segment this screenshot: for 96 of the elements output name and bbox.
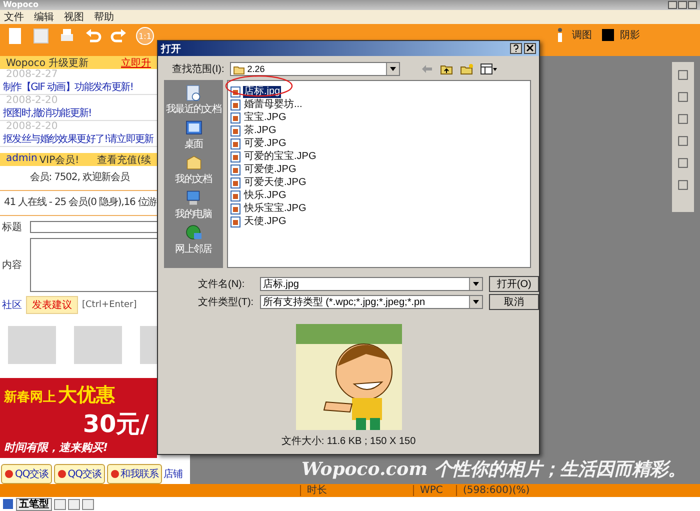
field-label: 文件类型(T):: [198, 296, 255, 309]
help-button[interactable]: [510, 43, 522, 54]
file-item[interactable]: 可爱的宝宝.JPG: [243, 150, 318, 162]
caret-icon: [389, 65, 398, 73]
folder-icon: [233, 64, 246, 74]
status-field: 时长: [300, 485, 413, 496]
panel-title: Wopoco 升级更新: [6, 56, 89, 70]
field-label: 内容: [2, 258, 23, 272]
up-folder-icon: [440, 63, 454, 75]
image-file-icon: [230, 86, 241, 98]
ad-footer: 时间有限，速来购买!: [4, 440, 153, 455]
news-date: 2008-2-27: [5, 69, 59, 81]
back-arrow-icon: [420, 63, 434, 75]
cancel-button[interactable]: 取消: [489, 294, 540, 310]
status-field: (598:600)(%): [456, 485, 536, 496]
submit-button[interactable]: 发表建议: [26, 296, 78, 314]
file-item[interactable]: 宝宝.JPG: [243, 112, 288, 124]
look-in-label: 查找范围(I):: [172, 62, 224, 76]
place-icon: [184, 119, 202, 137]
place-icon: [184, 189, 202, 207]
caret-icon: [472, 298, 480, 306]
menu-item[interactable]: 编辑: [34, 10, 54, 24]
image-file-icon: [230, 112, 241, 124]
caret-icon: [472, 280, 480, 288]
file-item[interactable]: 婚蕾母婴坊...: [243, 98, 304, 110]
maximize-button[interactable]: [678, 1, 687, 9]
place-icon: [184, 154, 202, 172]
file-item[interactable]: 天使.JPG: [243, 216, 288, 228]
new-file-icon: [6, 27, 24, 45]
file-item[interactable]: 可爱.JPG: [243, 138, 288, 150]
undo-icon: [84, 27, 102, 45]
ad-headline: 新春网上: [4, 388, 56, 406]
image-file-icon: [230, 150, 241, 162]
ad-price: 30元/: [82, 409, 149, 440]
place-icon: [184, 224, 202, 242]
input-mode[interactable]: 五笔型: [16, 498, 52, 510]
slogan: Wopoco.com 个性你的相片；生活因而精彩。: [300, 458, 687, 482]
image-file-icon: [230, 176, 241, 188]
help-icon: [512, 44, 520, 52]
image-file-icon: [230, 138, 241, 150]
view-menu-icon: [480, 63, 498, 75]
field-label: 文件名(N):: [198, 278, 246, 291]
photo-placeholder: [8, 326, 56, 364]
save-icon: [32, 27, 50, 45]
open-button[interactable]: 打开(O): [489, 276, 540, 292]
menu-item[interactable]: 帮助: [94, 10, 114, 24]
square-icon: [600, 27, 616, 43]
member-label: VIP会员!: [39, 154, 80, 166]
window-title: Wopoco: [3, 0, 38, 10]
file-item[interactable]: 可爱使.JPG: [243, 164, 298, 176]
filename-field[interactable]: 店标.jpg: [260, 277, 484, 291]
file-size-text: 文件大小: 11.6 KB ; 150 X 150: [280, 434, 417, 448]
image-file-icon: [230, 190, 241, 202]
image-file-icon: [230, 98, 241, 110]
chat-icon: [110, 469, 120, 479]
image-file-icon: [230, 202, 241, 214]
menu-item[interactable]: 文件: [4, 10, 24, 24]
chat-icon: [4, 469, 14, 479]
chat-button[interactable]: 和我联系: [106, 464, 162, 484]
file-item[interactable]: 快乐.JPG: [243, 190, 288, 202]
redo-icon: [110, 27, 128, 45]
places-item[interactable]: 网上邻居: [175, 224, 212, 256]
highlight-circle: [224, 75, 294, 97]
file-item[interactable]: 茶.JPG: [243, 124, 278, 136]
image-file-icon: [230, 164, 241, 176]
file-type-dropdown[interactable]: 所有支持类型 (*.wpc;*.jpg;*.jpeg;*.pn: [260, 295, 484, 309]
place-icon: [184, 84, 202, 102]
new-folder-icon: [460, 63, 474, 75]
image-file-icon: [230, 124, 241, 136]
news-date: 2008-2-20: [5, 95, 59, 107]
chat-icon: [56, 469, 67, 479]
folder-dropdown[interactable]: 2.26: [230, 62, 400, 76]
chat-button[interactable]: QQ交谈: [54, 464, 104, 484]
shortcut-hint: [Ctrl+Enter]: [82, 300, 137, 310]
ime-logo-icon: [2, 498, 14, 510]
close-icon: [526, 44, 534, 52]
ad-headline: 大优惠: [58, 383, 115, 408]
update-link[interactable]: 立即升: [121, 56, 151, 70]
field-label: 标题: [2, 220, 23, 234]
community-link[interactable]: 社区: [2, 298, 22, 312]
username: admin: [6, 152, 38, 166]
shadow-tool[interactable]: 阴影: [600, 27, 640, 43]
file-item[interactable]: 可爱天使.JPG: [243, 176, 308, 188]
recharge-link[interactable]: 查看充值(续: [97, 152, 151, 166]
news-date: 2008-2-20: [5, 121, 59, 133]
photo-placeholder: [74, 326, 122, 364]
minimize-button[interactable]: [668, 1, 677, 9]
image-file-icon: [230, 216, 241, 228]
menu-item[interactable]: 视图: [64, 10, 84, 24]
status-field: WPC: [413, 485, 456, 496]
dialog-title: 打开: [161, 42, 181, 56]
file-item[interactable]: 快乐宝宝.JPG: [243, 202, 308, 214]
shop-link[interactable]: 店铺: [164, 467, 182, 481]
chat-button[interactable]: QQ交谈: [1, 464, 52, 484]
adjust-tool[interactable]: 调图: [552, 27, 592, 43]
close-button[interactable]: [524, 43, 536, 54]
